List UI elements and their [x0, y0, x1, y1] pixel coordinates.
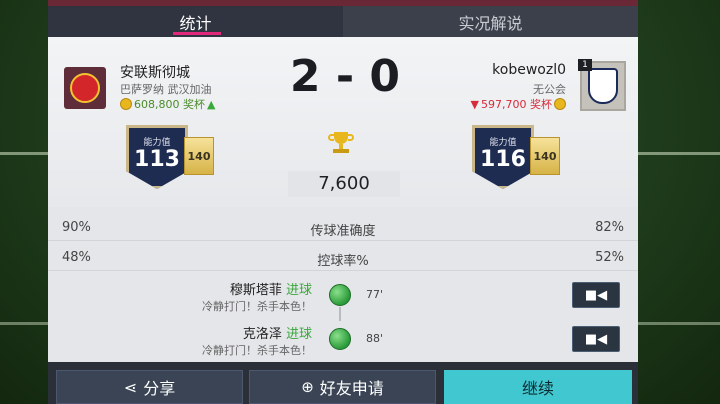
- arrow-up-icon: ▲: [206, 97, 216, 111]
- away-crest-icon: [588, 68, 618, 104]
- stat-away-value: 52%: [595, 250, 624, 265]
- continue-button[interactable]: 继续: [444, 370, 632, 404]
- home-team-badge: [64, 67, 106, 109]
- tab-stats-label: 统计: [179, 13, 212, 33]
- home-trophies: 608,800 奖杯 ▲: [120, 96, 215, 112]
- pitch-line: [638, 152, 720, 155]
- replay-button[interactable]: ■◀: [572, 326, 620, 352]
- goal-event-player-line: 穆斯塔菲 进球: [230, 279, 312, 298]
- away-team-subtitle: 无公会: [533, 83, 566, 96]
- share-button[interactable]: ⋖ 分享: [56, 370, 243, 404]
- tab-commentary-label: 实况解说: [458, 13, 523, 33]
- match-result-panel: 统计 实况解说 安联斯彻城 巴萨罗纳 武汉加油 608,800 奖杯 ▲ 2 -…: [48, 0, 638, 404]
- stat-row: 90% 传球准确度 82%: [48, 215, 638, 241]
- goal-minute: 88': [366, 332, 384, 345]
- goal-event-player-line: 克洛泽 进球: [243, 323, 312, 342]
- goal-note: 冷静打门！杀手本色！: [202, 344, 312, 357]
- friend-request-label: 好友申请: [319, 379, 384, 398]
- home-rating-value: 113: [134, 147, 180, 172]
- bottom-action-bar: ⋖ 分享 ⊕ 好友申请 继续: [48, 362, 638, 404]
- home-team-name: 安联斯彻城: [120, 65, 190, 81]
- home-sub-rating: 140: [184, 137, 214, 175]
- away-badge-tag: 1: [578, 59, 592, 71]
- goal-scorer: 穆斯塔菲: [229, 283, 282, 298]
- video-camera-icon: ■◀: [584, 287, 608, 303]
- home-crest-icon: [70, 73, 100, 103]
- stat-away-value: 82%: [595, 220, 624, 235]
- stat-label: 控球率%: [317, 254, 369, 269]
- share-icon: ⋖: [123, 377, 138, 397]
- goal-minute: 77': [366, 288, 384, 301]
- video-camera-icon: ■◀: [584, 331, 608, 347]
- tab-bar: 统计 实况解说: [48, 6, 638, 37]
- goal-tag: 进球: [285, 327, 312, 342]
- timeline-connector: [339, 307, 341, 321]
- trophy-icon: [328, 132, 354, 154]
- away-sub-rating: 140: [530, 137, 560, 175]
- tab-stats[interactable]: 统计: [48, 6, 343, 37]
- ball-icon: [329, 284, 351, 306]
- share-label: 分享: [143, 379, 176, 398]
- goal-note: 冷静打门！杀手本色！: [202, 300, 312, 313]
- goal-event: 穆斯塔菲 进球 冷静打门！杀手本色！ 77' ■◀: [48, 274, 638, 318]
- away-team-badge: 1: [578, 59, 626, 111]
- away-team-name: kobewozl0: [492, 62, 566, 78]
- goal-event: 克洛泽 进球 冷静打门！杀手本色！ 88' ■◀: [48, 318, 638, 362]
- away-rating: 能力值 116 140: [472, 125, 568, 189]
- away-trophies-value: 597,700 奖杯: [481, 98, 552, 111]
- match-header: 安联斯彻城 巴萨罗纳 武汉加油 608,800 奖杯 ▲ 2 - 0 kobew…: [48, 37, 638, 207]
- pitch-line: [0, 152, 48, 155]
- match-score: 2 - 0: [289, 51, 401, 102]
- arrow-down-icon: ▼: [470, 97, 480, 111]
- pitch-line: [638, 322, 720, 325]
- add-friend-icon: ⊕: [301, 378, 314, 396]
- goal-scorer: 克洛泽: [242, 327, 282, 342]
- away-rating-value: 116: [480, 147, 526, 172]
- stat-label: 传球准确度: [310, 224, 376, 239]
- stats-section: 90% 传球准确度 82% 48% 控球率% 52% 穆斯塔菲 进球 冷静打门！…: [48, 207, 638, 362]
- stat-row: 48% 控球率% 52%: [48, 245, 638, 271]
- pitch-line: [0, 322, 48, 325]
- tab-commentary[interactable]: 实况解说: [343, 6, 638, 37]
- coin-icon: [120, 98, 132, 110]
- home-trophies-value: 608,800 奖杯: [134, 98, 205, 111]
- prize-value: 7,600: [318, 173, 370, 194]
- ball-icon: [329, 328, 351, 350]
- goal-tag: 进球: [285, 283, 312, 298]
- replay-button[interactable]: ■◀: [572, 282, 620, 308]
- home-rating: 能力值 113 140: [126, 125, 222, 189]
- continue-label: 继续: [521, 379, 554, 398]
- coin-icon: [554, 98, 566, 110]
- tab-active-indicator: [173, 32, 221, 35]
- friend-request-button[interactable]: ⊕ 好友申请: [249, 370, 436, 404]
- home-team-subtitle: 巴萨罗纳 武汉加油: [120, 83, 212, 96]
- away-trophies: ▼ 597,700 奖杯: [471, 96, 566, 112]
